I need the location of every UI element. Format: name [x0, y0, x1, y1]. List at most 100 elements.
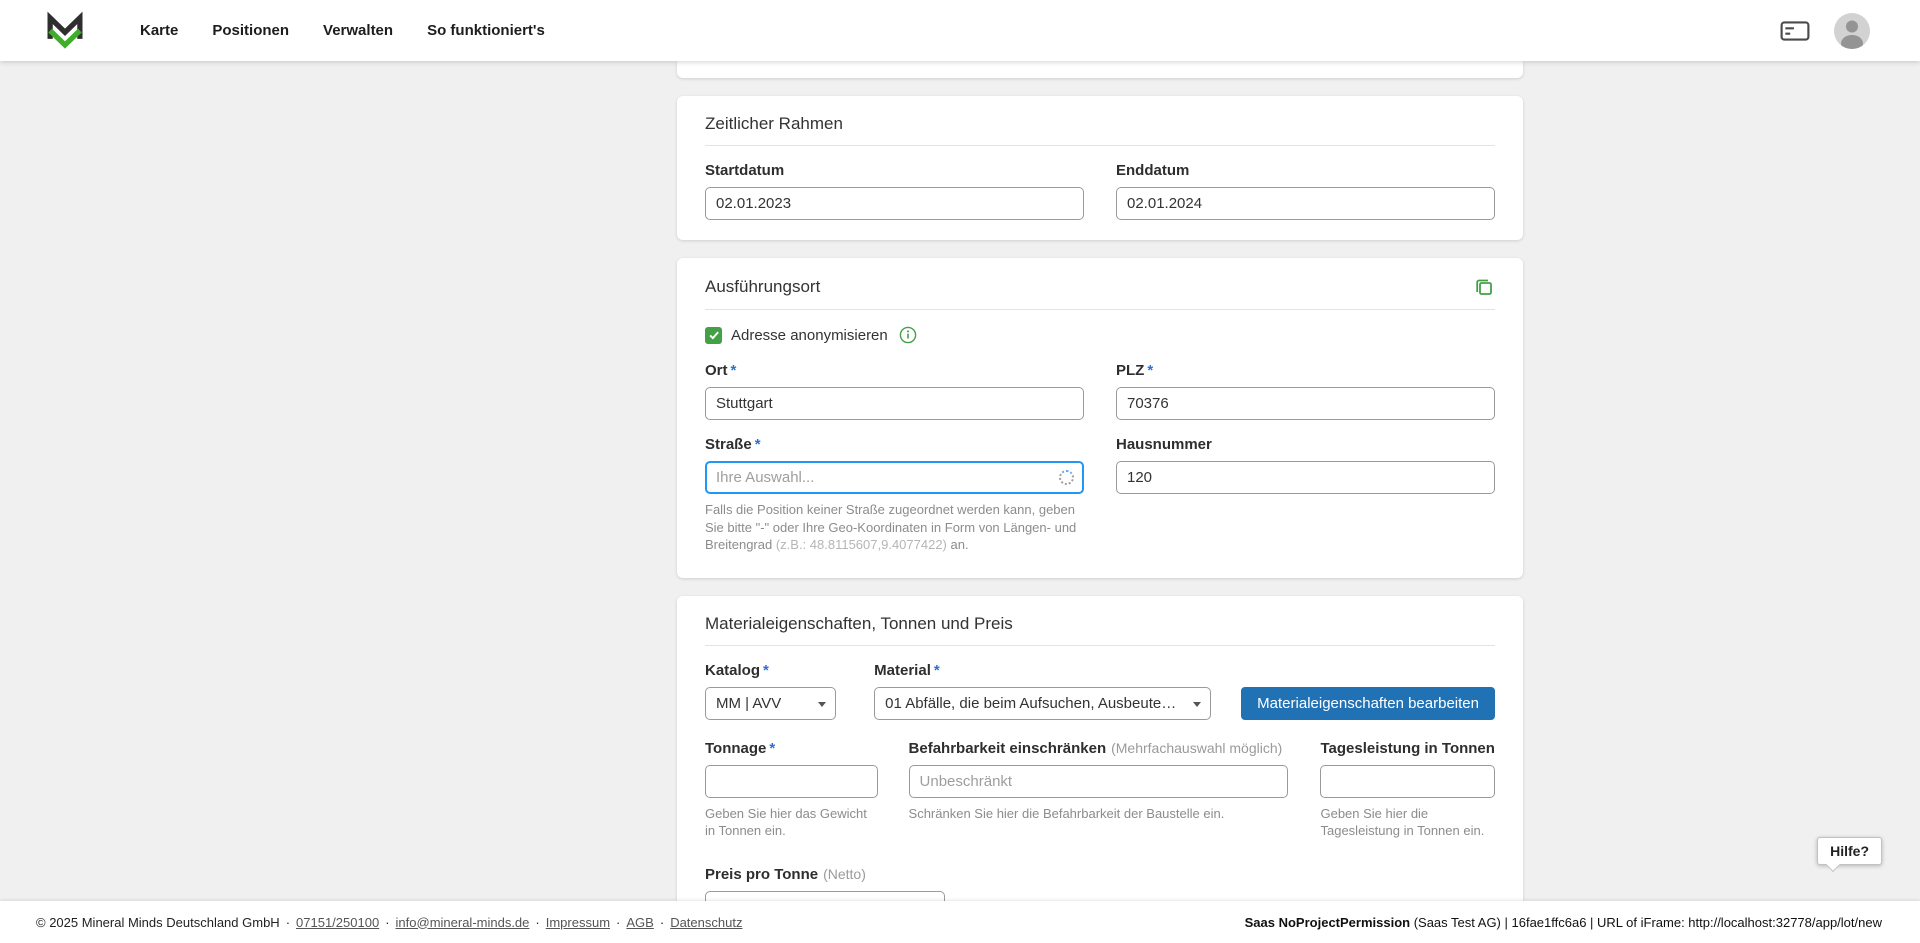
chevron-down-icon: [1193, 702, 1201, 707]
tagesleistung-label: Tagesleistung in Tonnen: [1320, 740, 1495, 757]
plz-label-text: PLZ: [1116, 362, 1144, 379]
strasse-field: Straße * Falls die Position keiner Straß…: [705, 436, 1084, 554]
footer-saas-name: Saas NoProjectPermission: [1245, 915, 1410, 930]
material-card: Materialeigenschaften, Tonnen und Preis …: [677, 596, 1523, 901]
nav-item-verwalten[interactable]: Verwalten: [323, 22, 393, 39]
preis-label-text: Preis pro Tonne: [705, 866, 818, 883]
material-row-2: Tonnage * Geben Sie hier das Gewicht in …: [705, 740, 1495, 840]
preis-field: Preis pro Tonne (Netto): [705, 866, 1495, 901]
befahrbarkeit-field: Befahrbarkeit einschränken (Mehrfachausw…: [909, 740, 1289, 823]
tonnage-label: Tonnage *: [705, 740, 878, 757]
plz-label: PLZ *: [1116, 362, 1495, 379]
material-label: Material *: [874, 662, 1211, 679]
tonnage-input[interactable]: [705, 765, 878, 798]
ort-input[interactable]: [705, 387, 1084, 420]
plz-input[interactable]: [1116, 387, 1495, 420]
location-title: Ausführungsort: [705, 277, 820, 297]
user-avatar[interactable]: [1834, 13, 1870, 49]
strasse-hint-end: an.: [947, 537, 969, 552]
location-title-row: Ausführungsort: [705, 276, 1495, 310]
katalog-label-text: Katalog: [705, 662, 760, 679]
logo-icon: [44, 10, 86, 52]
enddatum-input[interactable]: [1116, 187, 1495, 220]
footer-agb-link[interactable]: AGB: [626, 915, 653, 930]
material-field: Material * 01 Abfälle, die beim Aufsuche…: [874, 662, 1211, 720]
startdatum-field: Startdatum: [705, 162, 1084, 220]
required-marker: *: [1147, 362, 1153, 379]
tagesleistung-input[interactable]: [1320, 765, 1495, 798]
material-row-1: Katalog * MM | AVV Material * 01 Abfälle…: [705, 662, 1495, 720]
tonnage-label-text: Tonnage: [705, 740, 766, 757]
katalog-select-value: MM | AVV: [716, 695, 781, 712]
footer-separator: ·: [286, 915, 290, 930]
nav-right: [1780, 13, 1870, 49]
info-icon[interactable]: [899, 326, 917, 344]
footer-email-link[interactable]: info@mineral-minds.de: [396, 915, 530, 930]
footer-phone-link[interactable]: 07151/250100: [296, 915, 379, 930]
tagesleistung-label-text: Tagesleistung in Tonnen: [1320, 740, 1494, 757]
enddatum-field: Enddatum: [1116, 162, 1495, 220]
required-marker: *: [763, 662, 769, 679]
footer-impressum-link[interactable]: Impressum: [546, 915, 610, 930]
anonymize-label: Adresse anonymisieren: [731, 327, 888, 344]
anonymize-row: Adresse anonymisieren: [705, 326, 1495, 344]
befahrbarkeit-label-note: (Mehrfachauswahl möglich): [1111, 740, 1282, 756]
timeframe-grid: Startdatum Enddatum: [705, 162, 1495, 220]
material-select-value: 01 Abfälle, die beim Aufsuchen, Ausbeute…: [885, 695, 1184, 712]
material-title: Materialeigenschaften, Tonnen und Preis: [705, 614, 1013, 634]
nav-item-karte[interactable]: Karte: [140, 22, 178, 39]
footer-separator: ·: [385, 915, 389, 930]
befahrbarkeit-label: Befahrbarkeit einschränken (Mehrfachausw…: [909, 740, 1289, 757]
footer-separator: ·: [535, 915, 539, 930]
befahrbarkeit-input[interactable]: [909, 765, 1289, 798]
katalog-select[interactable]: MM | AVV: [705, 687, 836, 720]
preis-label: Preis pro Tonne (Netto): [705, 866, 1495, 883]
footer-left: © 2025 Mineral Minds Deutschland GmbH · …: [36, 915, 742, 930]
footer-datenschutz-link[interactable]: Datenschutz: [670, 915, 742, 930]
strasse-label: Straße *: [705, 436, 1084, 453]
strasse-input[interactable]: [705, 461, 1084, 494]
tagesleistung-hint: Geben Sie hier die Tagesleistung in Tonn…: [1320, 805, 1495, 840]
timeframe-title-row: Zeitlicher Rahmen: [705, 114, 1495, 146]
anonymize-checkbox[interactable]: [705, 327, 722, 344]
befahrbarkeit-hint: Schränken Sie hier die Befahrbarkeit der…: [909, 805, 1289, 823]
strasse-input-wrap: [705, 461, 1084, 494]
footer-saas-details: (Saas Test AG) | 16fae1ffc6a6 | URL of i…: [1410, 915, 1882, 930]
preis-input[interactable]: [705, 891, 945, 901]
footer-environment-info: Saas NoProjectPermission (Saas Test AG) …: [1245, 915, 1882, 930]
enddatum-label-text: Enddatum: [1116, 162, 1189, 179]
footer-separator: ·: [660, 915, 664, 930]
main-nav-links: Karte Positionen Verwalten So funktionie…: [140, 22, 545, 39]
help-button[interactable]: Hilfe?: [1817, 837, 1882, 865]
loading-spinner-icon: [1059, 470, 1074, 485]
timeframe-card: Zeitlicher Rahmen Startdatum Enddatum: [677, 96, 1523, 240]
ort-label-text: Ort: [705, 362, 728, 379]
edit-material-properties-button[interactable]: Materialeigenschaften bearbeiten: [1241, 687, 1495, 720]
strasse-hint-coords: (z.B.: 48.8115607,9.4077422): [776, 537, 947, 552]
footer: © 2025 Mineral Minds Deutschland GmbH · …: [0, 901, 1920, 943]
tonnage-hint: Geben Sie hier das Gewicht in Tonnen ein…: [705, 805, 878, 840]
katalog-field: Katalog * MM | AVV: [705, 662, 836, 720]
hausnummer-label-text: Hausnummer: [1116, 436, 1212, 453]
ort-field: Ort *: [705, 362, 1084, 420]
nav-item-so-funktionierts[interactable]: So funktioniert's: [427, 22, 545, 39]
location-grid: Ort * PLZ * Straße *: [705, 362, 1495, 554]
previous-card-bottom: [677, 61, 1523, 78]
timeframe-title: Zeitlicher Rahmen: [705, 114, 843, 134]
required-marker: *: [755, 436, 761, 453]
befahrbarkeit-label-text: Befahrbarkeit einschränken: [909, 740, 1107, 757]
location-card: Ausführungsort Adresse anonymisieren: [677, 258, 1523, 578]
chevron-down-icon: [818, 702, 826, 707]
nav-item-positionen[interactable]: Positionen: [212, 22, 289, 39]
mineral-minds-logo[interactable]: [44, 10, 86, 52]
check-icon: [708, 329, 720, 341]
material-select[interactable]: 01 Abfälle, die beim Aufsuchen, Ausbeute…: [874, 687, 1211, 720]
strasse-label-text: Straße: [705, 436, 752, 453]
strasse-hint: Falls die Position keiner Straße zugeord…: [705, 501, 1084, 554]
form-column: Zeitlicher Rahmen Startdatum Enddatum: [677, 61, 1523, 901]
hausnummer-input[interactable]: [1116, 461, 1495, 494]
startdatum-input[interactable]: [705, 187, 1084, 220]
card-icon[interactable]: [1780, 19, 1810, 43]
copy-icon[interactable]: [1473, 276, 1495, 298]
plz-field: PLZ *: [1116, 362, 1495, 420]
